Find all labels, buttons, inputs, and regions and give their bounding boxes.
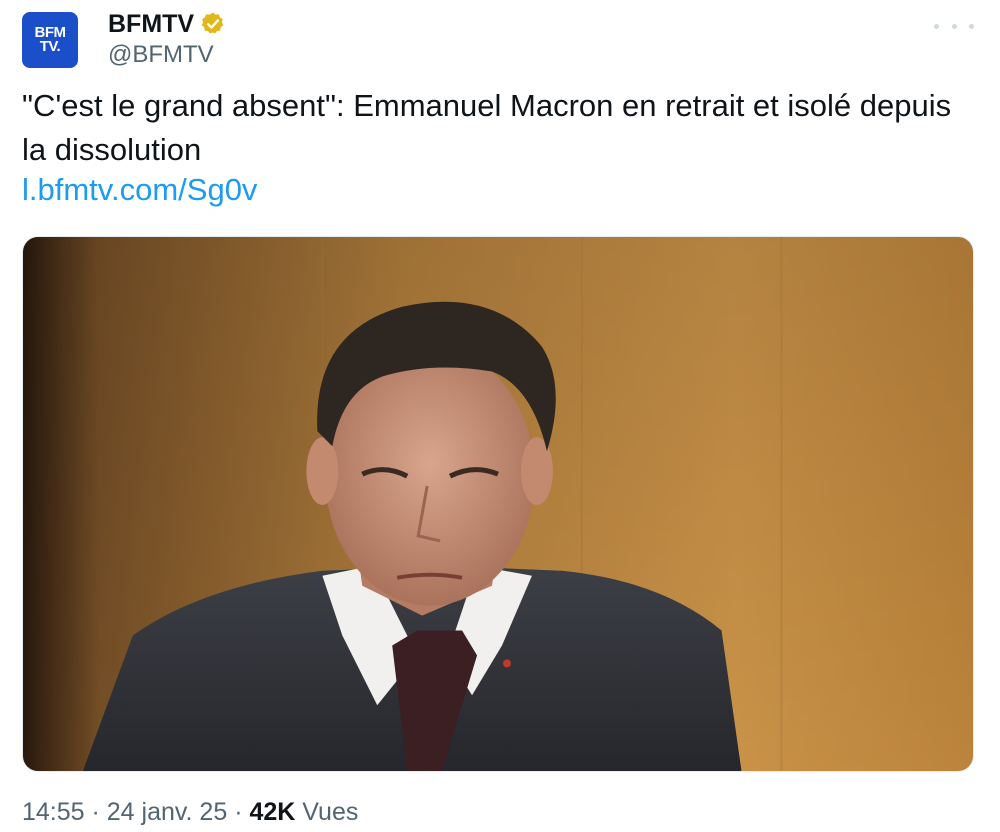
tweet-header: BFM TV. BFMTV @BFMTV: [22, 8, 978, 72]
tweet-date[interactable]: 24 janv. 25: [107, 798, 227, 826]
more-dot: [969, 23, 974, 29]
tweet-link[interactable]: l.bfmtv.com/Sg0v: [22, 168, 257, 212]
views-count[interactable]: 42K: [249, 798, 295, 826]
more-dot: [934, 23, 939, 29]
avatar[interactable]: BFM TV.: [22, 12, 78, 68]
meta-separator: ·: [84, 798, 107, 826]
user-handle[interactable]: @BFMTV: [108, 41, 226, 69]
more-dot: [951, 23, 957, 29]
photo-portrait-image: [23, 237, 973, 771]
display-name[interactable]: BFMTV: [108, 10, 194, 39]
avatar-text-line2: TV.: [39, 38, 61, 55]
tweet-time[interactable]: 14:55: [22, 798, 85, 826]
tweet-text: "C'est le grand absent": Emmanuel Macron…: [22, 88, 952, 167]
user-info: BFMTV @BFMTV: [108, 8, 226, 69]
tweet-meta: 14:55 · 24 janv. 25 · 42K Vues: [22, 796, 358, 828]
more-options-icon[interactable]: [930, 14, 978, 38]
views-label: Vues: [295, 798, 359, 826]
name-row: BFMTV: [108, 8, 226, 40]
tweet-photo[interactable]: [22, 236, 974, 772]
meta-separator: ·: [227, 798, 250, 826]
verified-badge-icon: [201, 12, 224, 34]
